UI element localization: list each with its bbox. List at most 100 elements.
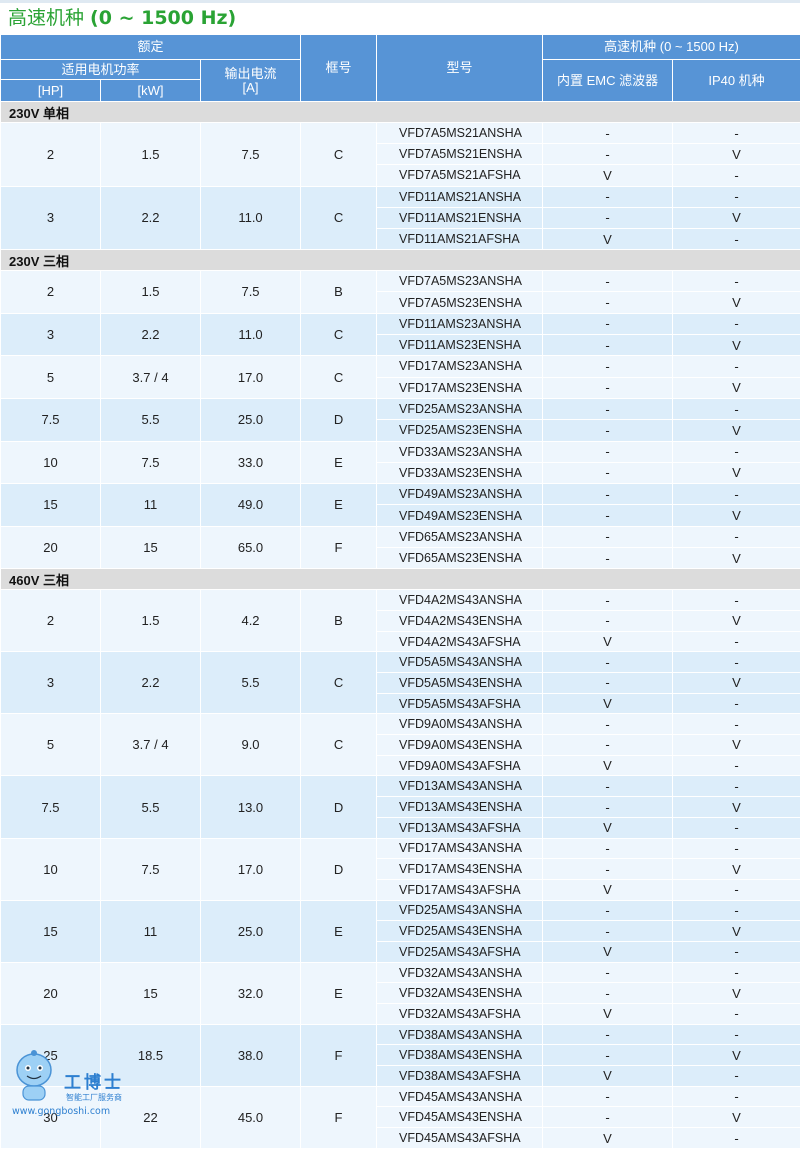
model-cell: VFD11AMS21ANSHA xyxy=(377,186,543,207)
ip40-cell: - xyxy=(673,1024,800,1045)
ip40-cell: - xyxy=(673,776,800,797)
model-cell: VFD7A5MS23ENSHA xyxy=(377,292,543,313)
ip40-cell: V xyxy=(673,859,800,880)
model-cell: VFD33AMS23ENSHA xyxy=(377,462,543,483)
kw-cell: 2.2 xyxy=(101,313,201,356)
watermark-sub: 智能工厂服务商 xyxy=(66,1092,122,1103)
emc-cell: - xyxy=(543,859,673,880)
ip40-cell: V xyxy=(673,921,800,942)
frame-cell: D xyxy=(301,776,377,838)
emc-cell: - xyxy=(543,1045,673,1066)
section-label: 230V 三相 xyxy=(1,250,800,271)
current-cell: 11.0 xyxy=(201,186,301,250)
current-cell: 11.0 xyxy=(201,313,301,356)
table-row: 32.211.0CVFD11AMS23ANSHA-- xyxy=(1,313,800,334)
kw-cell: 15 xyxy=(101,962,201,1024)
header-motor-power: 适用电机功率 xyxy=(1,60,201,80)
model-cell: VFD25AMS43ENSHA xyxy=(377,921,543,942)
frame-cell: E xyxy=(301,484,377,527)
ip40-cell: - xyxy=(673,879,800,900)
emc-cell: - xyxy=(543,1086,673,1107)
table-row: 32.25.5CVFD5A5MS43ANSHA-- xyxy=(1,652,800,673)
model-cell: VFD38AMS43ENSHA xyxy=(377,1045,543,1066)
emc-cell: - xyxy=(543,484,673,505)
frame-cell: C xyxy=(301,123,377,187)
ip40-cell: V xyxy=(673,335,800,356)
kw-cell: 7.5 xyxy=(101,441,201,484)
emc-cell: V xyxy=(543,1004,673,1025)
emc-cell: - xyxy=(543,1024,673,1045)
kw-cell: 5.5 xyxy=(101,398,201,441)
table-row: 7.55.525.0DVFD25AMS23ANSHA-- xyxy=(1,398,800,419)
kw-cell: 3.7 / 4 xyxy=(101,356,201,399)
kw-cell: 1.5 xyxy=(101,271,201,314)
model-cell: VFD9A0MS43AFSHA xyxy=(377,755,543,776)
ip40-cell: - xyxy=(673,441,800,462)
emc-cell: - xyxy=(543,610,673,631)
ip40-cell: V xyxy=(673,207,800,228)
model-cell: VFD17AMS43AFSHA xyxy=(377,879,543,900)
frame-cell: E xyxy=(301,962,377,1024)
frame-cell: F xyxy=(301,1024,377,1086)
table-row: 32.211.0CVFD11AMS21ANSHA-- xyxy=(1,186,800,207)
model-cell: VFD25AMS23ENSHA xyxy=(377,420,543,441)
hp-cell: 20 xyxy=(1,526,101,569)
current-cell: 38.0 xyxy=(201,1024,301,1086)
emc-cell: - xyxy=(543,547,673,568)
emc-cell: V xyxy=(543,755,673,776)
hp-cell: 20 xyxy=(1,962,101,1024)
ip40-cell: - xyxy=(673,817,800,838)
title-prefix: 高速机种 xyxy=(8,7,90,29)
current-cell: 5.5 xyxy=(201,652,301,714)
header-output-current-label: 输出电流 xyxy=(225,66,277,81)
current-cell: 4.2 xyxy=(201,590,301,652)
hp-cell: 3 xyxy=(1,652,101,714)
current-cell: 45.0 xyxy=(201,1086,301,1148)
model-cell: VFD11AMS21ENSHA xyxy=(377,207,543,228)
model-cell: VFD32AMS43AFSHA xyxy=(377,1004,543,1025)
model-cell: VFD7A5MS21ANSHA xyxy=(377,123,543,144)
current-cell: 32.0 xyxy=(201,962,301,1024)
emc-cell: V xyxy=(543,879,673,900)
emc-cell: - xyxy=(543,186,673,207)
header-ip40: IP40 机种 xyxy=(673,60,800,102)
ip40-cell: V xyxy=(673,505,800,526)
table-row: 21.54.2BVFD4A2MS43ANSHA-- xyxy=(1,590,800,611)
ip40-cell: - xyxy=(673,838,800,859)
frame-cell: C xyxy=(301,356,377,399)
header-model: 型号 xyxy=(377,35,543,102)
spec-table: 额定 框号 型号 高速机种 (0 ~ 1500 Hz) 适用电机功率 输出电流[… xyxy=(0,34,800,1149)
ip40-cell: V xyxy=(673,377,800,398)
emc-cell: V xyxy=(543,693,673,714)
model-cell: VFD49AMS23ENSHA xyxy=(377,505,543,526)
model-cell: VFD11AMS23ENSHA xyxy=(377,335,543,356)
model-cell: VFD25AMS43AFSHA xyxy=(377,941,543,962)
kw-cell: 7.5 xyxy=(101,838,201,900)
model-cell: VFD7A5MS21AFSHA xyxy=(377,165,543,186)
emc-cell: - xyxy=(543,462,673,483)
emc-cell: - xyxy=(543,313,673,334)
emc-cell: - xyxy=(543,292,673,313)
model-cell: VFD4A2MS43AFSHA xyxy=(377,631,543,652)
ip40-cell: V xyxy=(673,1045,800,1066)
header-rated: 额定 xyxy=(1,35,301,60)
table-row: 2518.538.0FVFD38AMS43ANSHA-- xyxy=(1,1024,800,1045)
ip40-cell: - xyxy=(673,356,800,377)
watermark-logo: 工博士 xyxy=(64,1068,124,1093)
page-title: 高速机种 (0 ~ 1500 Hz) xyxy=(0,3,800,34)
kw-cell: 15 xyxy=(101,526,201,569)
ip40-cell: V xyxy=(673,735,800,756)
emc-cell: - xyxy=(543,441,673,462)
emc-cell: - xyxy=(543,797,673,818)
section-row: 230V 单相 xyxy=(1,102,800,123)
model-cell: VFD13AMS43ANSHA xyxy=(377,776,543,797)
ip40-cell: - xyxy=(673,1128,800,1149)
emc-cell: V xyxy=(543,1128,673,1149)
model-cell: VFD17AMS43ENSHA xyxy=(377,859,543,880)
emc-cell: V xyxy=(543,1066,673,1087)
ip40-cell: V xyxy=(673,983,800,1004)
kw-cell: 1.5 xyxy=(101,590,201,652)
header-high-speed: 高速机种 (0 ~ 1500 Hz) xyxy=(543,35,800,60)
model-cell: VFD65AMS23ENSHA xyxy=(377,547,543,568)
kw-cell: 3.7 / 4 xyxy=(101,714,201,776)
